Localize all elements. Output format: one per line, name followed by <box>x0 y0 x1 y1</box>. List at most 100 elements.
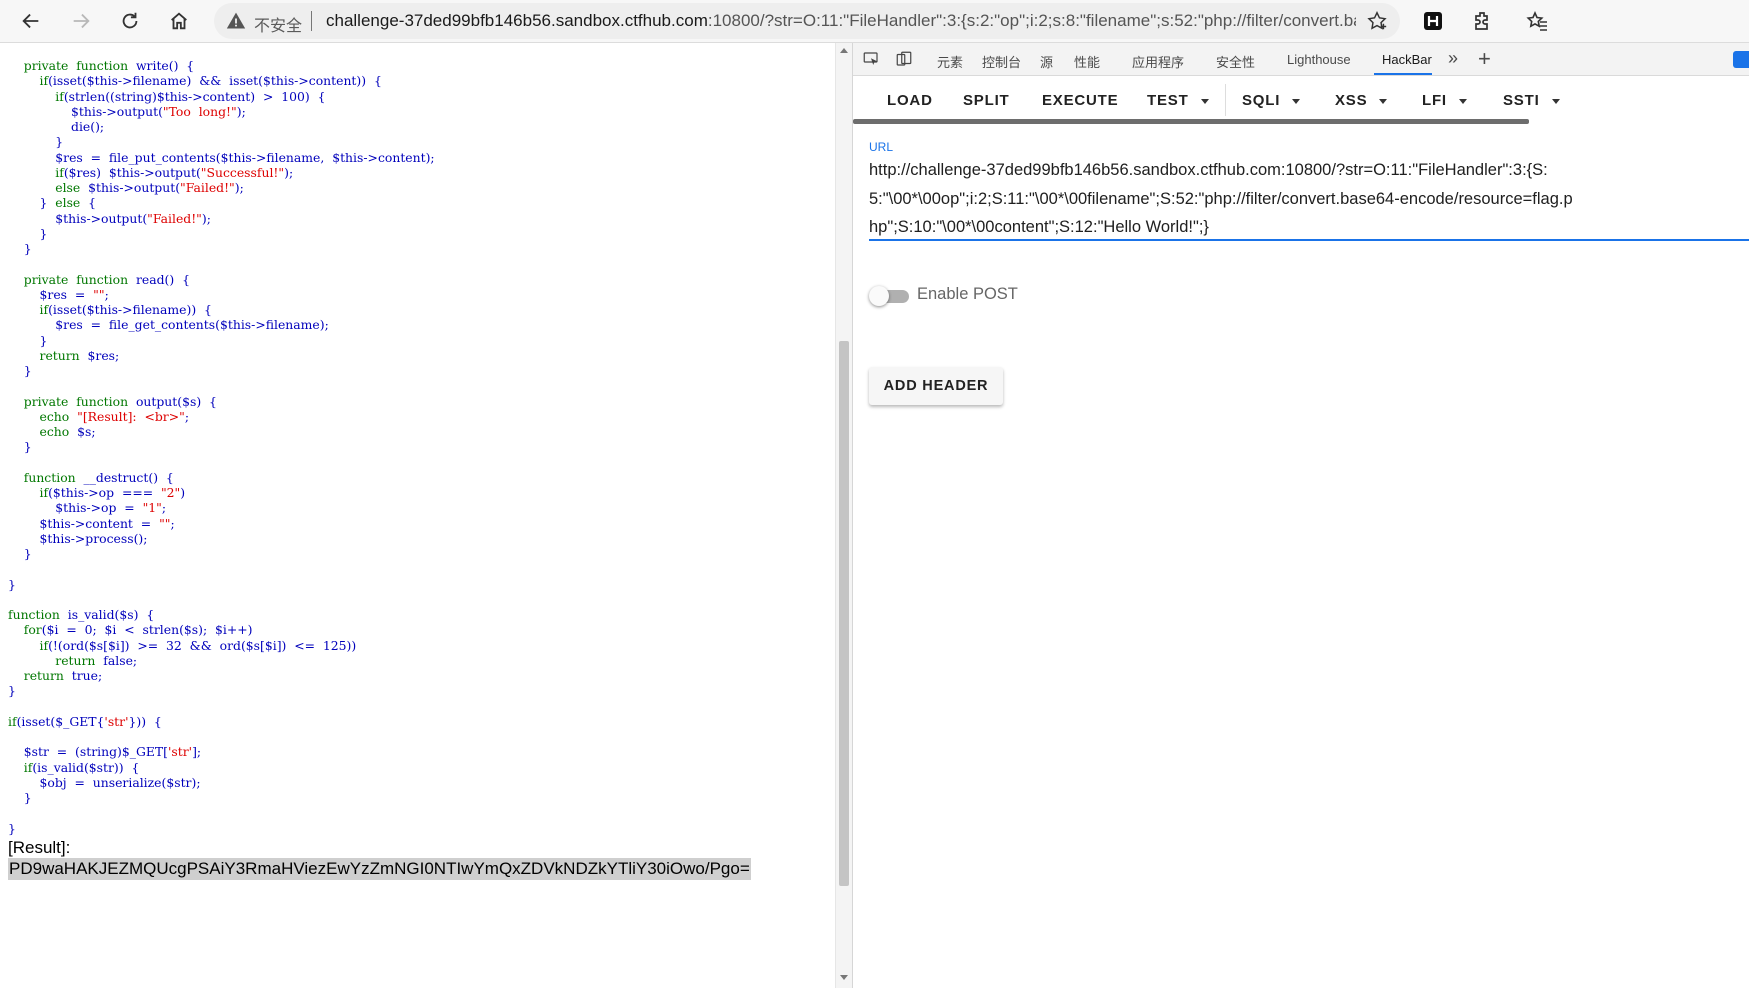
security-status[interactable]: 不安全 <box>254 12 302 36</box>
code-line: die(); <box>71 119 105 134</box>
reload-icon <box>122 12 138 29</box>
code-line: return $res; <box>39 347 120 363</box>
code-line: } <box>8 790 32 805</box>
add-favorite-icon[interactable] <box>1366 10 1388 32</box>
address-bar[interactable]: 不安全 challenge-37ded99bfb146b56.sandbox.c… <box>214 3 1400 39</box>
back-button[interactable] <box>14 4 48 38</box>
hackbar-toolbar-scrollbar[interactable] <box>853 119 1529 124</box>
url-field-label: URL <box>869 140 894 154</box>
warning-icon <box>226 12 246 29</box>
ssti-label: SSTI <box>1503 92 1540 109</box>
extensions-icon[interactable] <box>1471 9 1495 33</box>
php-source-code: private function write() { if(isset($thi… <box>8 58 435 836</box>
address-url[interactable]: challenge-37ded99bfb146b56.sandbox.ctfhu… <box>326 11 1356 31</box>
back-arrow-icon <box>22 13 39 29</box>
code-line: } <box>8 546 32 561</box>
caret-down-icon <box>1200 98 1209 104</box>
url-textarea[interactable]: http://challenge-37ded99bfb146b56.sandbo… <box>869 156 1574 242</box>
scroll-down-arrow-icon[interactable] <box>840 975 848 980</box>
code-line: if(isset($this->filename)) { <box>39 302 212 317</box>
browser-toolbar: 不安全 challenge-37ded99bfb146b56.sandbox.c… <box>0 0 1749 43</box>
inspect-element-icon[interactable] <box>862 50 880 68</box>
result-label: [Result]: <box>8 838 71 857</box>
page-scrollbar[interactable] <box>835 43 852 988</box>
forward-arrow-icon <box>73 13 90 29</box>
test-label: TEST <box>1147 92 1189 109</box>
favorites-icon[interactable] <box>1525 9 1549 33</box>
hackbar-extension-icon[interactable] <box>1421 9 1445 33</box>
tab-application[interactable]: 应用程序 <box>1132 52 1184 71</box>
xss-dropdown-button[interactable]: XSS <box>1335 92 1388 109</box>
code-line: } <box>8 683 16 699</box>
code-line: } <box>8 134 64 150</box>
code-line: $this->op = "1"; <box>8 500 167 516</box>
tab-lighthouse[interactable]: Lighthouse <box>1287 52 1351 67</box>
code-line: $res = ""; <box>8 286 109 302</box>
ssti-dropdown-button[interactable]: SSTI <box>1503 92 1560 109</box>
tab-console[interactable]: 控制台 <box>982 52 1021 71</box>
code-line: function is_valid($s) { <box>8 607 155 622</box>
code-line: $this->content = ""; <box>8 515 175 531</box>
code-line: if(strlen((string)$this->content) > 100)… <box>55 88 326 104</box>
test-dropdown-button[interactable]: TEST <box>1147 92 1209 109</box>
tab-elements[interactable]: 元素 <box>937 52 963 71</box>
scroll-up-arrow-icon[interactable] <box>840 48 848 53</box>
address-separator <box>311 11 312 31</box>
caret-down-icon <box>1379 98 1388 104</box>
code-line: } <box>8 576 16 592</box>
code-line: } <box>8 332 48 348</box>
device-emulation-icon[interactable] <box>895 50 913 68</box>
code-line: else $this->output("Failed!"); <box>55 180 244 195</box>
url-host: challenge-37ded99bfb146b56.sandbox.ctfhu… <box>326 11 708 30</box>
code-line: } <box>8 820 16 836</box>
code-line: return true; <box>23 668 103 683</box>
code-line: if(is_valid($str)) { <box>23 759 140 775</box>
enable-post-toggle[interactable] <box>869 286 909 306</box>
lfi-label: LFI <box>1422 92 1447 109</box>
result-base64-output: PD9waHAKJEZMQUcgPSAiY3RmaHViezEwYzZmNGI0… <box>8 858 751 880</box>
code-line: private function output($s) { <box>23 393 217 409</box>
sqli-dropdown-button[interactable]: SQLI <box>1242 92 1301 109</box>
code-line: } <box>8 225 48 241</box>
code-line: } else { <box>8 195 97 211</box>
split-button[interactable]: SPLIT <box>963 92 1010 109</box>
add-tab-icon[interactable]: + <box>1478 46 1491 72</box>
load-button[interactable]: LOAD <box>887 92 933 109</box>
tab-hackbar[interactable]: HackBar <box>1382 52 1432 67</box>
url-path: :10800/?str=O:11:"FileHandler":3:{s:2:"o… <box>707 11 1356 30</box>
caret-down-icon <box>1292 98 1301 104</box>
code-line: $str = (string)$_GET['str']; <box>8 744 202 760</box>
code-line: } <box>8 363 32 378</box>
home-button[interactable] <box>162 4 196 38</box>
code-line: $this->output("Failed!"); <box>8 210 211 226</box>
code-line: } <box>8 241 32 256</box>
lfi-dropdown-button[interactable]: LFI <box>1422 92 1467 109</box>
add-header-button[interactable]: ADD HEADER <box>869 367 1003 405</box>
code-line: $res = file_get_contents($this->filename… <box>8 317 329 333</box>
tab-security[interactable]: 安全性 <box>1216 52 1255 71</box>
hackbar-toolbar: LOAD SPLIT EXECUTE TEST SQLI XSS LFI SST… <box>853 76 1749 124</box>
code-line: echo "[Result]: <br>"; <box>39 408 189 424</box>
tab-sources[interactable]: 源 <box>1040 52 1053 71</box>
code-line: $res = file_put_contents($this->filename… <box>8 149 435 165</box>
execute-button[interactable]: EXECUTE <box>1042 92 1118 109</box>
devtools-settings-badge[interactable] <box>1733 51 1749 68</box>
code-line: $obj = unserialize($str); <box>8 774 201 790</box>
enable-post-label: Enable POST <box>917 285 1018 303</box>
page-content: private function write() { if(isset($thi… <box>0 43 835 988</box>
scrollbar-thumb[interactable] <box>839 341 849 886</box>
code-line: if(isset($_GET{'str'})) { <box>8 713 162 729</box>
code-line: $this->process(); <box>8 530 148 546</box>
reload-button[interactable] <box>113 4 147 38</box>
forward-button[interactable] <box>64 4 98 38</box>
caret-down-icon <box>1458 98 1467 104</box>
toggle-knob <box>869 286 889 306</box>
devtools-tab-bar: 元素 控制台 源 性能 应用程序 安全性 Lighthouse HackBar … <box>853 43 1749 76</box>
more-tabs-icon[interactable]: » <box>1448 48 1458 69</box>
tab-performance[interactable]: 性能 <box>1074 52 1100 71</box>
